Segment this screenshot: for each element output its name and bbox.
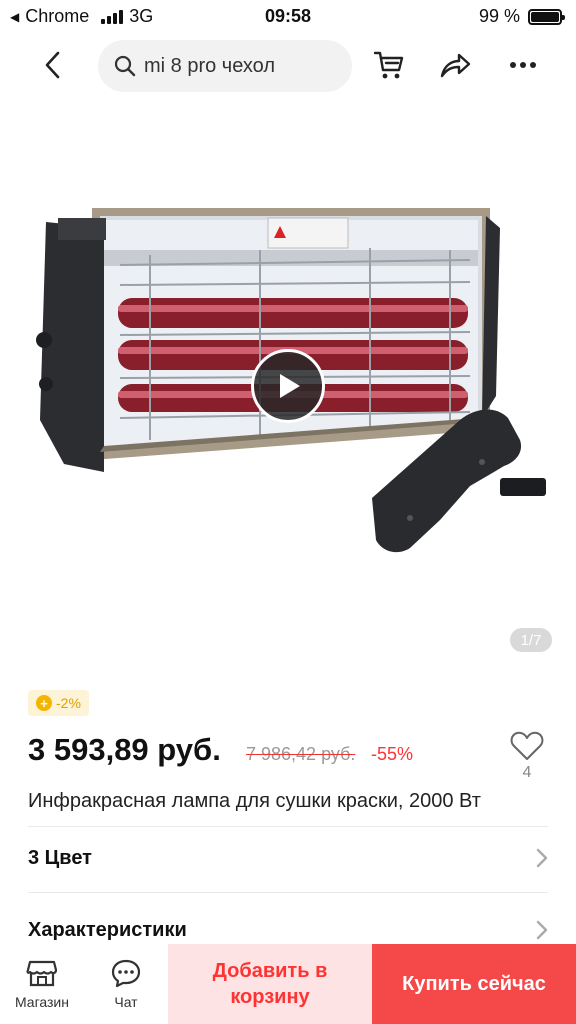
image-counter: 1/7 — [510, 628, 552, 652]
store-tab[interactable]: Магазин — [0, 944, 84, 1024]
add-to-cart-button[interactable]: Добавить в корзину — [168, 944, 372, 1024]
navbar: mi 8 pro чехол — [0, 38, 576, 92]
buy-now-button[interactable]: Купить сейчас — [372, 944, 576, 1024]
search-query: mi 8 pro чехол — [144, 54, 276, 77]
wishlist-count: 4 — [522, 764, 532, 781]
heart-icon — [510, 731, 544, 760]
old-price: 7 986,42 руб. — [246, 744, 356, 764]
product-gallery[interactable]: 1/7 — [0, 100, 576, 670]
chat-tab[interactable]: Чат — [84, 944, 168, 1024]
play-icon — [280, 374, 300, 398]
more-button[interactable] — [506, 48, 540, 82]
bottom-action-bar: Магазин Чат Добавить в корзину Купить се… — [0, 944, 576, 1024]
back-icon — [45, 51, 60, 79]
cart-icon — [373, 51, 404, 79]
search-bar[interactable]: mi 8 pro чехол — [98, 40, 352, 92]
battery-fill — [531, 11, 559, 22]
battery-icon — [528, 8, 565, 25]
store-icon — [26, 960, 58, 987]
status-bar: ◀ Chrome 3G 09:58 99 % — [0, 0, 576, 34]
coin-discount-badge[interactable]: + -2% — [28, 690, 89, 716]
share-icon — [440, 53, 471, 78]
more-icon — [510, 62, 536, 68]
share-button[interactable] — [438, 48, 472, 82]
wishlist-button[interactable] — [508, 728, 546, 764]
coin-discount-label: -2% — [56, 695, 81, 711]
divider — [28, 826, 548, 827]
chevron-right-icon — [536, 920, 548, 940]
back-button[interactable] — [36, 48, 70, 82]
play-video-button[interactable] — [251, 349, 325, 423]
chat-tab-label: Чат — [114, 994, 138, 1010]
discount-percent: -55% — [371, 744, 414, 764]
color-row-label: 3 Цвет — [28, 846, 92, 869]
color-selector-row[interactable]: 3 Цвет — [28, 834, 548, 882]
status-right: 99 % — [478, 6, 565, 27]
battery-percent: 99 % — [478, 6, 520, 26]
cart-button[interactable] — [372, 48, 406, 82]
current-price: 3 593,89 руб. — [28, 732, 221, 767]
store-tab-label: Магазин — [14, 994, 69, 1010]
search-icon — [114, 55, 136, 77]
specs-row-label: Характеристики — [28, 918, 187, 941]
chevron-right-icon — [536, 848, 548, 868]
divider — [28, 892, 548, 893]
product-title: Инфракрасная лампа для сушки краски, 200… — [28, 790, 481, 812]
coin-icon: + — [36, 695, 52, 711]
chat-icon — [111, 959, 141, 988]
